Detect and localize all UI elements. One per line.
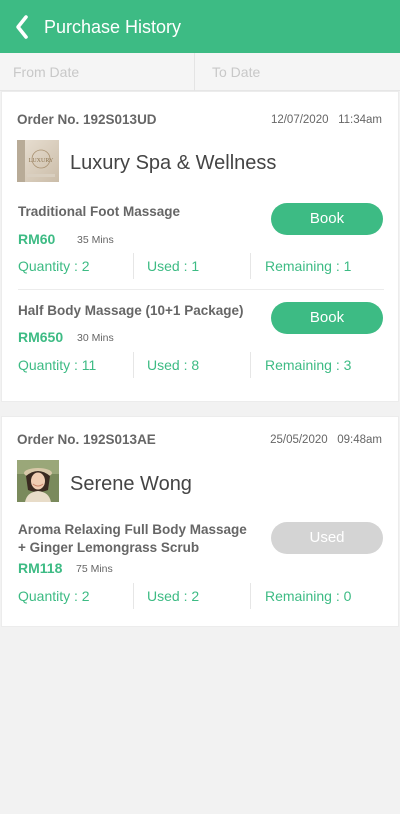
service-name-line2: + Ginger Lemongrass Scrub <box>18 540 200 555</box>
service-price: RM118 <box>18 560 63 576</box>
back-button[interactable] <box>14 14 36 40</box>
service-duration: 30 Mins <box>77 332 114 344</box>
merchant-avatar <box>17 460 59 502</box>
service-duration: 35 Mins <box>77 234 114 246</box>
to-date-input[interactable] <box>196 53 400 91</box>
used-label: Used : 8 <box>147 357 200 373</box>
quantity-label: Quantity : 2 <box>18 258 90 274</box>
order-number: Order No. 192S013UD <box>17 112 157 127</box>
date-filter-bar <box>0 53 400 91</box>
remaining-label: Remaining : 3 <box>265 357 352 373</box>
order-card: Order No. 192S013UD 12/07/2020 11:34am L… <box>1 91 399 402</box>
service-name-line1: Aroma Relaxing Full Body Massage <box>18 522 247 537</box>
order-datetime: 12/07/2020 11:34am <box>271 114 382 126</box>
merchant-logo: LUXURY <box>17 140 59 182</box>
service-name: Half Body Massage (10+1 Package) <box>18 303 244 318</box>
avatar-photo-icon <box>17 460 59 502</box>
order-time: 09:48am <box>337 434 382 446</box>
stat-divider <box>250 583 251 609</box>
service-price: RM650 <box>18 329 64 345</box>
used-label: Used : 2 <box>147 588 200 604</box>
order-time: 11:34am <box>338 114 382 126</box>
remaining-label: Remaining : 1 <box>265 258 352 274</box>
luxury-spa-logo-icon: LUXURY <box>17 140 59 182</box>
stat-divider <box>133 253 134 279</box>
chevron-left-icon <box>16 15 28 39</box>
app-header: Purchase History <box>0 0 400 53</box>
order-date: 12/07/2020 <box>270 114 329 126</box>
logo-lettering: LUXURY <box>29 158 54 164</box>
merchant-name: Luxury Spa & Wellness <box>70 152 277 174</box>
quantity-label: Quantity : 2 <box>18 588 90 604</box>
remaining-label: Remaining : 0 <box>265 588 352 604</box>
stat-divider <box>133 583 134 609</box>
quantity-label: Quantity : 11 <box>18 357 97 373</box>
stat-divider <box>133 352 134 378</box>
page-title: Purchase History <box>44 17 182 37</box>
from-date-input[interactable] <box>0 53 195 91</box>
used-label: Used : 1 <box>147 258 200 274</box>
service-name: Traditional Foot Massage <box>18 204 181 219</box>
book-button[interactable]: Book <box>271 302 383 334</box>
service-price: RM60 <box>18 231 56 247</box>
order-number: Order No. 192S013AE <box>17 432 156 447</box>
book-button[interactable]: Book <box>271 203 383 235</box>
stat-divider <box>250 352 251 378</box>
merchant-name: Serene Wong <box>70 473 192 495</box>
used-button[interactable]: Used <box>271 522 383 554</box>
order-date: 25/05/2020 <box>270 434 328 446</box>
service-duration: 75 Mins <box>76 563 113 575</box>
order-datetime: 25/05/2020 09:48am <box>270 434 382 446</box>
item-divider <box>18 289 384 290</box>
stat-divider <box>250 253 251 279</box>
order-card: Order No. 192S013AE 25/05/2020 09:48am S… <box>1 416 399 627</box>
